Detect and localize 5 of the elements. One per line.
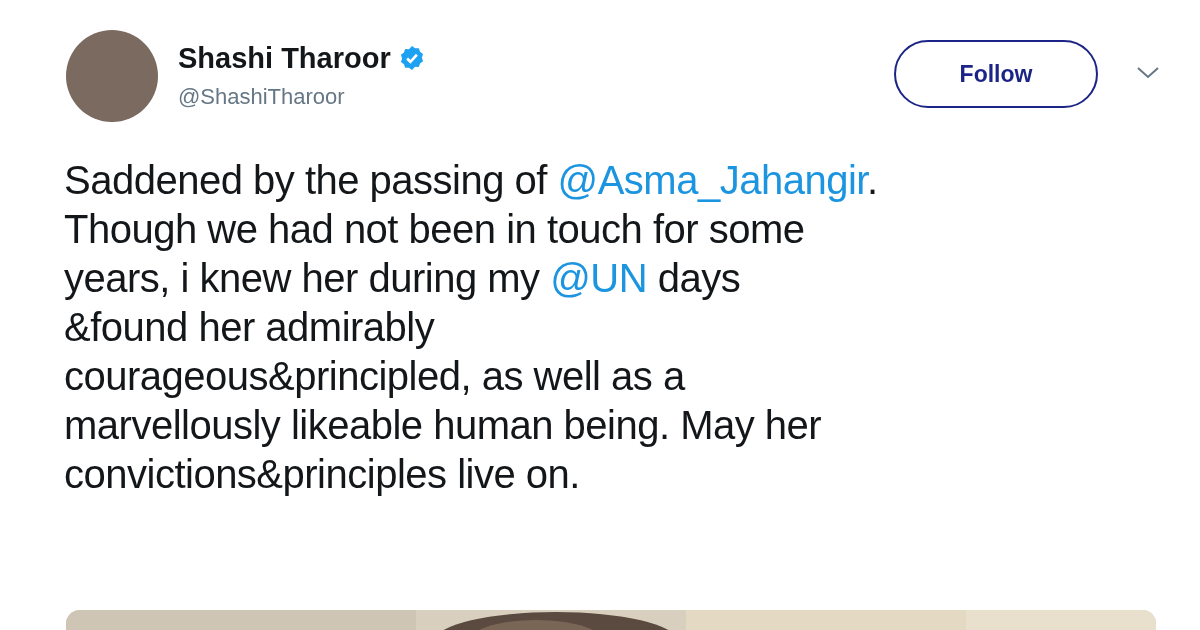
author-handle: @ShashiTharoor [178, 83, 346, 112]
author-name[interactable]: Shashi Tharoor [178, 40, 391, 77]
chevron-down-icon[interactable] [1136, 66, 1160, 80]
tweet-text: Saddened by the passing of @Asma_Jahangir. Though we had not been in touch for some years, i knew her during my @UN days &found her admirably courageous&principled, as well as a marvellously likeable human being. May her convictions&principles live on. [64, 157, 879, 498]
follow-button[interactable]: Follow [894, 40, 1098, 108]
